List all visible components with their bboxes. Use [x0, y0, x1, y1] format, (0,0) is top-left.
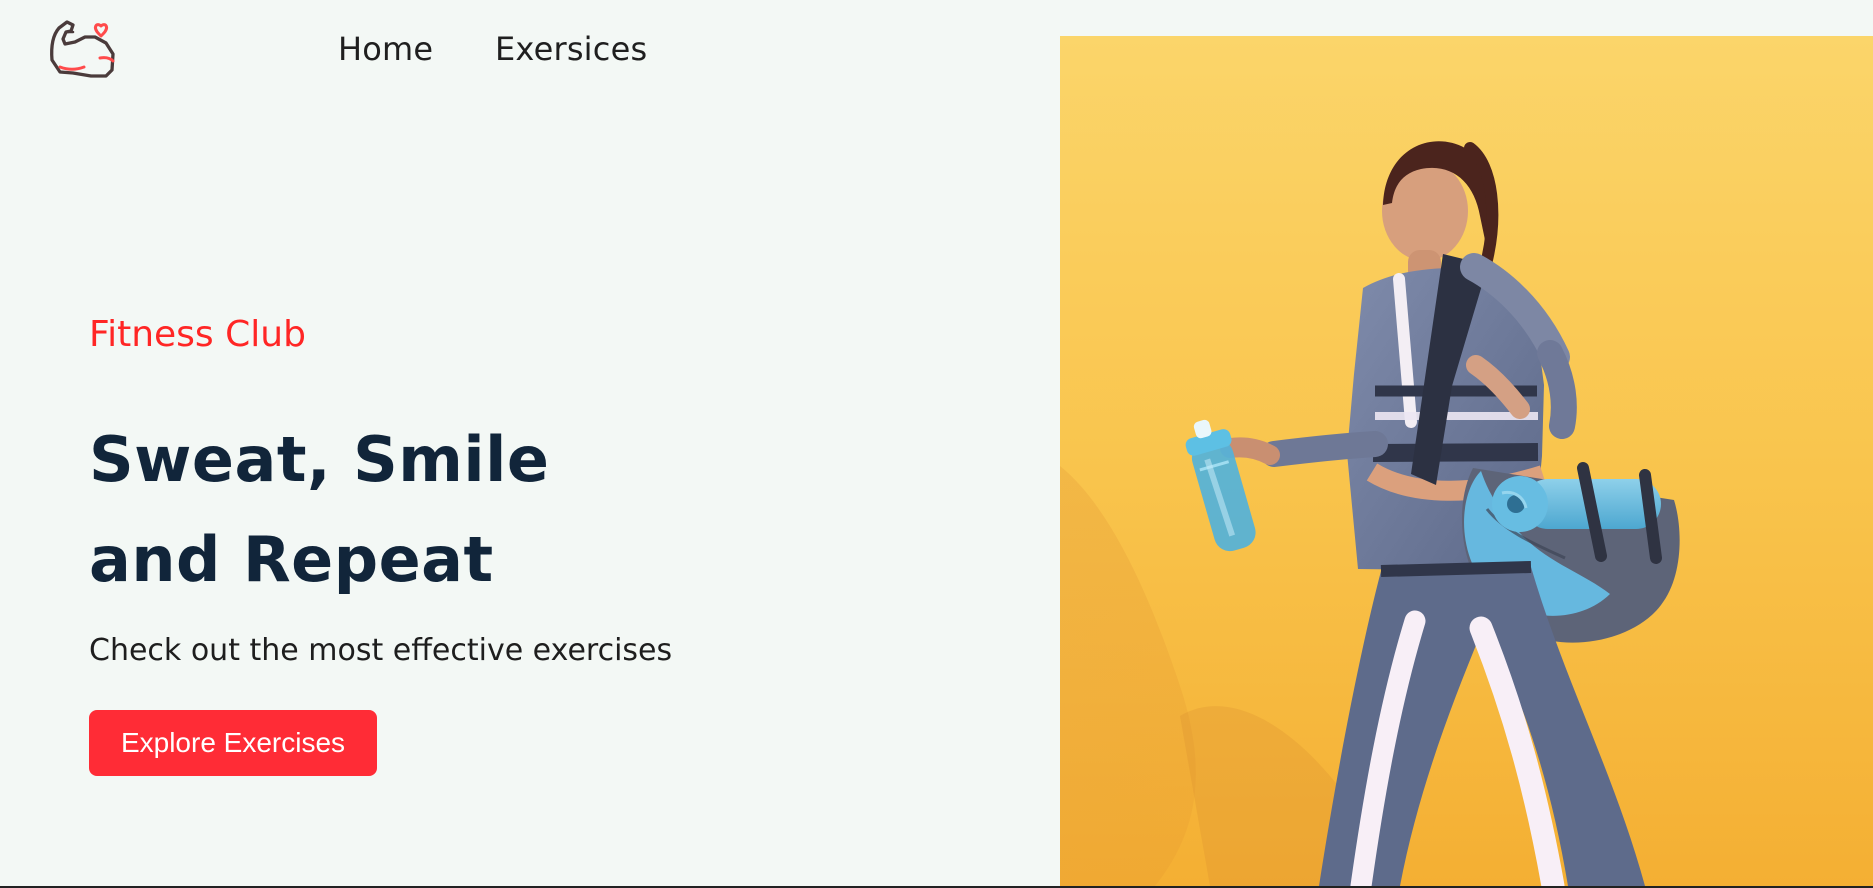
- hero-headline-line-1: Sweat, Smile: [89, 423, 550, 496]
- navbar: Home Exersices: [0, 0, 1060, 110]
- nav-exercises-link[interactable]: Exersices: [495, 30, 647, 68]
- hero-headline: Sweat, Smile and Repeat: [89, 410, 549, 610]
- logo-icon[interactable]: [42, 12, 120, 80]
- nav-home-link[interactable]: Home: [338, 30, 433, 68]
- woman-with-gym-bag-image: [1060, 141, 1680, 886]
- hero-banner-image: [1060, 36, 1873, 886]
- hero-eyebrow: Fitness Club: [89, 314, 306, 355]
- explore-exercises-button[interactable]: Explore Exercises: [89, 710, 377, 776]
- hero-subtitle: Check out the most effective exercises: [89, 633, 673, 668]
- hero-headline-line-2: and Repeat: [89, 523, 494, 596]
